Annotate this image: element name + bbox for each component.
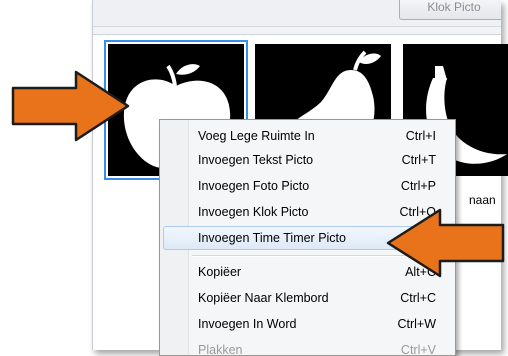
menu-item-label: Voeg Lege Ruimte In bbox=[198, 129, 315, 143]
klok-picto-button[interactable]: Klok Picto bbox=[399, 0, 501, 20]
toolbar-strip: Klok Picto bbox=[93, 0, 501, 27]
arrow-left-icon bbox=[386, 208, 505, 278]
menu-item-shortcut: Ctrl+W bbox=[397, 317, 436, 331]
menu-item-label: Invoegen Time Timer Picto bbox=[198, 231, 346, 245]
menu-item-kopieer-naar-klembord[interactable]: Kopiëer Naar Klembord Ctrl+C bbox=[163, 286, 452, 310]
menu-item-label: Kopiëer Naar Klembord bbox=[198, 291, 329, 305]
menu-item-label: Invoegen Tekst Picto bbox=[198, 153, 314, 167]
menu-item-label: Plakken bbox=[198, 343, 243, 356]
menu-item-shortcut: Ctrl+I bbox=[405, 129, 436, 143]
menu-item-label: Invoegen Foto Picto bbox=[198, 179, 310, 193]
menu-item-invoegen-tekst-picto[interactable]: Invoegen Tekst Picto Ctrl+T bbox=[163, 148, 452, 172]
arrow-right-icon bbox=[11, 70, 130, 142]
banana-caption: naan bbox=[469, 193, 496, 207]
menu-item-invoegen-foto-picto[interactable]: Invoegen Foto Picto Ctrl+P bbox=[163, 174, 452, 198]
menu-item-label: Invoegen Klok Picto bbox=[198, 205, 309, 219]
menu-item-label: Invoegen In Word bbox=[198, 317, 297, 331]
menu-item-shortcut: Ctrl+V bbox=[400, 343, 436, 356]
menu-item-shortcut: Ctrl+C bbox=[400, 291, 436, 305]
menu-item-plakken: Plakken Ctrl+V bbox=[163, 338, 452, 356]
menu-item-shortcut: Ctrl+P bbox=[400, 179, 436, 193]
menu-item-label: Kopiëer bbox=[198, 265, 242, 279]
menu-item-shortcut: Ctrl+T bbox=[401, 153, 436, 167]
menu-item-voeg-lege-ruimte-in[interactable]: Voeg Lege Ruimte In Ctrl+I bbox=[163, 124, 452, 148]
menu-item-invoegen-in-word[interactable]: Invoegen In Word Ctrl+W bbox=[163, 312, 452, 336]
